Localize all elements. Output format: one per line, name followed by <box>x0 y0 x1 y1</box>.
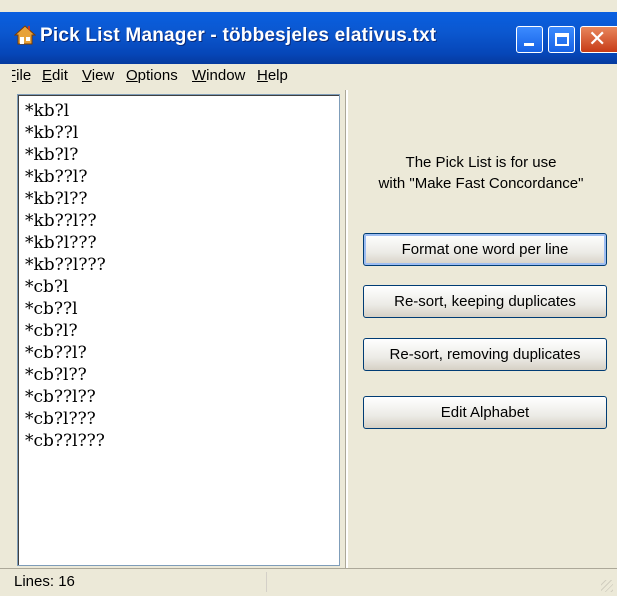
pick-list-textarea[interactable]: *kb?l *kb??l *kb?l? *kb??l? *kb?l?? *kb?… <box>17 94 340 566</box>
list-line: *kb??l <box>25 123 79 143</box>
list-line: *cb??l??? <box>25 431 105 451</box>
resort-removing-duplicates-button[interactable]: Re-sort, removing duplicates <box>363 338 607 371</box>
status-separator <box>266 572 267 592</box>
maximize-button[interactable] <box>548 26 575 53</box>
list-line: *kb?l?? <box>25 189 88 209</box>
list-line: *cb?l <box>25 277 69 297</box>
menu-options[interactable]: Options <box>126 67 178 84</box>
list-line: *kb?l <box>25 101 70 121</box>
list-line: *cb??l <box>25 299 78 319</box>
info-line-1: The Pick List is for use <box>405 154 557 171</box>
menu-view[interactable]: View <box>82 67 114 84</box>
list-line: *cb?l??? <box>25 409 96 429</box>
house-icon <box>14 25 36 45</box>
list-line: *kb??l? <box>25 167 88 187</box>
list-line: *kb??l?? <box>25 211 97 231</box>
menu-edit[interactable]: Edit <box>42 67 68 84</box>
window-title: Pick List Manager - többesjeles elativus… <box>40 25 437 46</box>
edit-alphabet-button[interactable]: Edit Alphabet <box>363 396 607 429</box>
list-line: *kb??l??? <box>25 255 106 275</box>
resort-keeping-duplicates-button[interactable]: Re-sort, keeping duplicates <box>363 285 607 318</box>
status-bar: Lines: 16 <box>0 568 617 596</box>
pick-list-manager-window: Pick List Manager - többesjeles elativus… <box>0 0 617 596</box>
list-line: *kb?l??? <box>25 233 97 253</box>
list-line: *cb?l? <box>25 321 78 341</box>
list-line: *cb??l?? <box>25 387 96 407</box>
info-line-2: with "Make Fast Concordance" <box>378 175 584 192</box>
list-line: *kb?l? <box>25 145 79 165</box>
format-one-word-per-line-button[interactable]: Format one word per line <box>363 233 607 266</box>
line-count: Lines: 16 <box>14 573 75 590</box>
close-button[interactable]: ✕ <box>580 26 617 53</box>
menu-window[interactable]: Window <box>192 67 245 84</box>
menu-bar: File Edit View Options Window Help <box>0 64 617 88</box>
menu-help[interactable]: Help <box>257 67 288 84</box>
minimize-button[interactable] <box>516 26 543 53</box>
title-bar[interactable]: Pick List Manager - többesjeles elativus… <box>0 12 617 64</box>
resize-grip-icon[interactable] <box>601 580 613 592</box>
maximize-icon <box>555 33 569 46</box>
close-icon: ✕ <box>588 27 607 52</box>
list-line: *cb??l? <box>25 343 87 363</box>
list-line: *cb?l?? <box>25 365 87 385</box>
minimize-icon <box>524 43 534 46</box>
pick-list-info: The Pick List is for use with "Make Fast… <box>345 152 617 194</box>
window-frame <box>0 64 12 568</box>
